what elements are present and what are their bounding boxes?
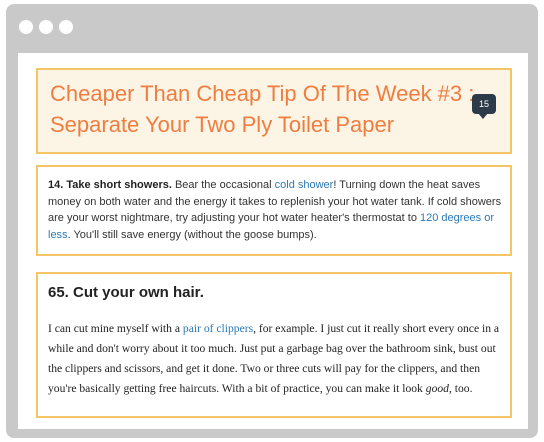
tip-65-card: 65. Cut your own hair. I can cut mine my… (36, 272, 512, 418)
browser-window: Cheaper Than Cheap Tip Of The Week #3 : … (6, 4, 538, 438)
article-headline[interactable]: Cheaper Than Cheap Tip Of The Week #3 : … (50, 78, 480, 140)
tip-65-text-part: , too. (448, 382, 473, 395)
close-window-button[interactable] (19, 20, 33, 34)
tip-14-title: 14. Take short showers. (48, 179, 172, 191)
tip-14-text-part: . You'll still save energy (without the … (67, 228, 317, 241)
maximize-window-button[interactable] (59, 20, 73, 34)
window-content: Cheaper Than Cheap Tip Of The Week #3 : … (18, 53, 528, 429)
headline-card: Cheaper Than Cheap Tip Of The Week #3 : … (36, 68, 512, 154)
comment-count-badge[interactable]: 15 (472, 94, 496, 119)
tip-65-text: I can cut mine myself with a pair of cli… (48, 319, 504, 399)
tip-14-text: 14. Take short showers. Bear the occasio… (48, 177, 504, 243)
tip-65-text-part: I can cut mine myself with a (48, 322, 183, 335)
cold-shower-link[interactable]: cold shower (275, 179, 334, 191)
pair-of-clippers-link[interactable]: pair of clippers (183, 322, 253, 335)
tip-14-card: 14. Take short showers. Bear the occasio… (36, 165, 512, 256)
tip-14-text-part: Bear the occasional (171, 179, 275, 191)
comment-count: 15 (478, 99, 489, 109)
tip-65-title: 65. Cut your own hair. (48, 284, 204, 301)
minimize-window-button[interactable] (39, 20, 53, 34)
window-titlebar (6, 4, 538, 50)
tip-65-emphasis: good (425, 382, 449, 395)
